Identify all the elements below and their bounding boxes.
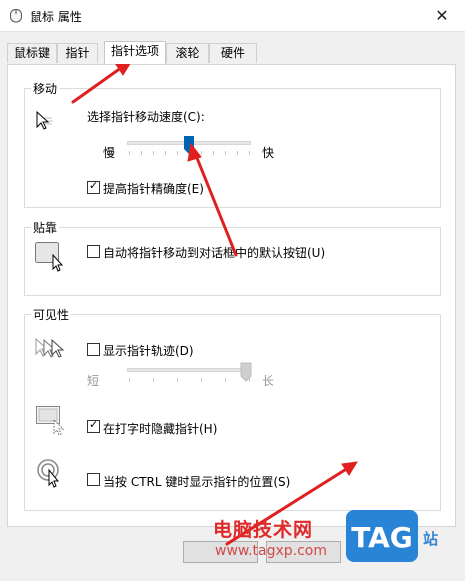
slider-tick xyxy=(129,151,130,155)
short-label: 短 xyxy=(87,374,100,388)
trail-length-slider-track[interactable] xyxy=(127,368,251,372)
ctrl-locate-checkbox[interactable] xyxy=(87,473,100,486)
tag-logo: TAG xyxy=(346,510,418,562)
slider-tick xyxy=(129,378,130,382)
pointer-trails-icon xyxy=(35,337,65,358)
tab-wheel[interactable]: 滚轮 xyxy=(166,43,209,63)
precision-checkbox[interactable]: ✓ xyxy=(87,179,100,194)
snap-group: 贴靠 xyxy=(24,219,441,296)
slider-tick xyxy=(237,151,238,155)
tab-buttons[interactable]: 鼠标键 xyxy=(7,43,57,63)
trail-length-slider-thumb[interactable] xyxy=(240,362,252,382)
hide-while-typing-label: 在打字时隐藏指针(H) xyxy=(103,422,218,436)
long-label: 长 xyxy=(262,374,275,388)
hide-while-typing-checkbox[interactable]: ✓ xyxy=(87,418,100,433)
ctrl-locate-icon xyxy=(37,459,60,488)
trails-label: 显示指针轨迹(D) xyxy=(103,344,194,358)
visibility-group-title: 可见性 xyxy=(31,306,72,323)
speed-label: 选择指针移动速度(C): xyxy=(87,110,205,124)
check-icon: ✓ xyxy=(89,418,99,431)
snap-to-button-icon xyxy=(35,242,64,272)
speed-slider-thumb[interactable] xyxy=(183,135,195,155)
watermark-tail: 站 xyxy=(423,530,439,548)
snap-group-title: 贴靠 xyxy=(31,219,60,236)
slider-tick xyxy=(153,378,154,382)
motion-group-title: 移动 xyxy=(31,80,60,97)
svg-text:TAG: TAG xyxy=(351,521,413,554)
hide-while-typing-icon xyxy=(36,406,65,436)
slider-tick xyxy=(225,151,226,155)
window-title: 鼠标 属性 xyxy=(30,10,82,24)
snap-label: 自动将指针移动到对话框中的默认按钮(U) xyxy=(103,246,326,260)
title-bar: 鼠标 属性 ✕ xyxy=(0,0,465,31)
watermark-url: www.tagxp.com xyxy=(215,543,327,559)
tab-hardware[interactable]: 硬件 xyxy=(209,43,257,63)
slider-tick xyxy=(141,151,142,155)
slider-tick xyxy=(201,151,202,155)
slider-tick xyxy=(249,151,250,155)
close-icon: ✕ xyxy=(435,6,449,25)
close-button[interactable]: ✕ xyxy=(419,0,465,31)
tab-pointers[interactable]: 指针 xyxy=(57,43,98,63)
precision-label: 提高指针精确度(E) xyxy=(103,182,204,196)
trails-checkbox[interactable] xyxy=(87,343,100,356)
slider-tick xyxy=(201,378,202,382)
ctrl-locate-label: 当按 CTRL 键时显示指针的位置(S) xyxy=(103,475,291,489)
mouse-icon xyxy=(10,9,22,23)
pointer-speed-icon xyxy=(36,110,53,130)
slider-tick xyxy=(177,378,178,382)
slider-tick xyxy=(165,151,166,155)
tab-pointer-options[interactable]: 指针选项 xyxy=(104,41,166,64)
watermark-brand: 电脑技术网 xyxy=(213,519,314,541)
slider-tick xyxy=(213,151,214,155)
slider-tick xyxy=(153,151,154,155)
snap-checkbox[interactable] xyxy=(87,245,100,258)
slow-label: 慢 xyxy=(103,146,116,160)
check-icon: ✓ xyxy=(89,179,99,192)
fast-label: 快 xyxy=(262,146,275,160)
slider-tick xyxy=(225,378,226,382)
slider-tick xyxy=(177,151,178,155)
